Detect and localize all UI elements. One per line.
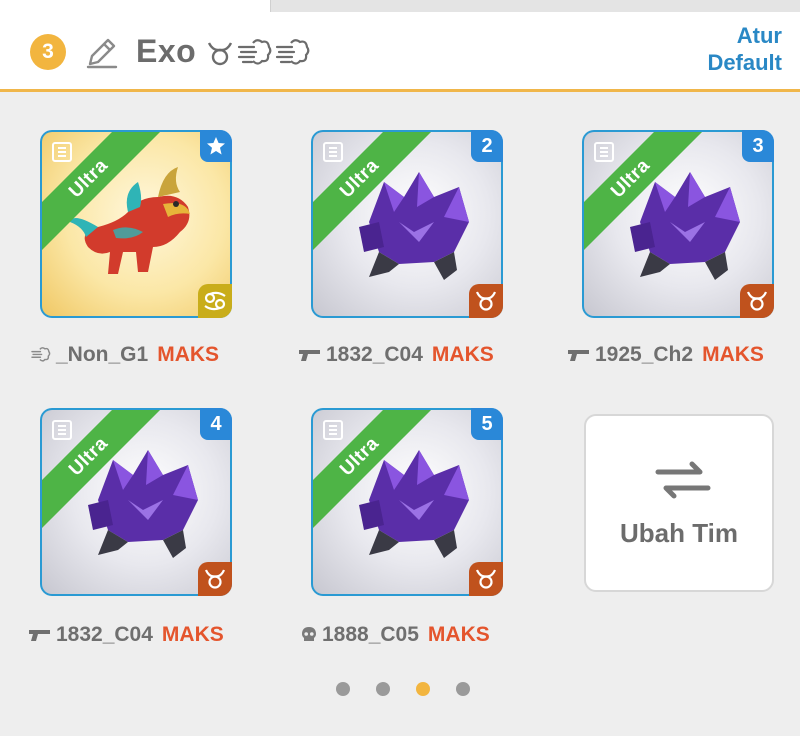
swap-arrows-icon [655,461,711,499]
monster-name: 1925_Ch2 [595,343,694,366]
book-icon [323,420,343,440]
gun-icon [568,350,589,361]
edit-pencil-icon[interactable] [84,34,120,70]
monster-caption-5: 1888_C05 MAKS [300,620,490,650]
level-maks: MAKS [161,623,224,646]
page-dot-4[interactable] [456,682,470,696]
team-number-badge: 3 [30,34,66,70]
monster-card-4[interactable]: Ultra 4 [40,408,232,596]
slot-number-badge: 2 [471,130,503,162]
book-icon [323,142,343,162]
monster-caption-4: 1832_C04 MAKS [28,620,224,650]
monster-caption-1: _Non_G1 MAKS [30,340,219,370]
switch-team-label: Ubah Tim [620,518,738,548]
page-dot-1[interactable] [336,682,350,696]
taurus-icon [204,569,226,589]
level-maks: MAKS [427,623,490,646]
monster-card-2[interactable]: Ultra 2 [311,130,503,318]
gun-icon [299,350,320,361]
set-default-link-line1: Atur [736,23,782,48]
top-tab-strip [0,0,800,12]
taurus-icon [475,569,497,589]
level-maks: MAKS [431,343,494,366]
level-maks: MAKS [702,343,764,366]
set-default-link[interactable]: Atur Default [707,22,782,76]
monster-name: 1832_C04 [56,623,153,646]
taurus-icon [207,42,233,66]
monster-name: _Non_G1 [56,343,149,366]
element-badge-taurus [198,562,232,596]
leader-star-badge [200,130,232,162]
slot-number-badge: 5 [471,408,503,440]
skull-icon [302,627,316,641]
monster-card-5[interactable]: Ultra 5 [311,408,503,596]
monster-caption-3: 1925_Ch2 MAKS [567,340,764,370]
page-dot-2[interactable] [376,682,390,696]
slot-number-badge: 4 [200,408,232,440]
element-badge-cancer [198,284,232,318]
level-maks: MAKS [157,343,220,366]
book-icon [594,142,614,162]
monster-name: 1888_C05 [322,623,419,646]
monster-name: 1832_C04 [326,343,423,366]
team-name[interactable]: Exo [136,33,196,70]
element-badge-taurus [740,284,774,318]
book-icon [52,142,72,162]
tab-inactive[interactable] [270,0,800,12]
star-icon [207,137,225,155]
wind-icon [31,347,51,362]
monster-caption-2: 1832_C04 MAKS [298,340,494,370]
element-badge-taurus [469,562,503,596]
book-icon [52,420,72,440]
page-indicator [336,682,470,696]
cancer-icon [204,291,226,311]
switch-team-button[interactable]: Ubah Tim [584,414,774,592]
taurus-icon [746,291,768,311]
monster-card-1[interactable]: Ultra [40,130,232,318]
gun-icon [29,630,50,641]
page-dot-3-active[interactable] [416,682,430,696]
team-header: 3 Exo Atur Default [0,12,800,92]
team-element-icons [205,36,311,70]
taurus-icon [475,291,497,311]
slot-number-badge: 3 [742,130,774,162]
wind-icon [275,39,310,65]
element-badge-taurus [469,284,503,318]
tab-active[interactable] [0,0,270,12]
monster-card-3[interactable]: Ultra 3 [582,130,774,318]
header-underline [0,89,800,92]
set-default-link-line2: Default [707,50,782,75]
wind-icon [237,39,272,65]
